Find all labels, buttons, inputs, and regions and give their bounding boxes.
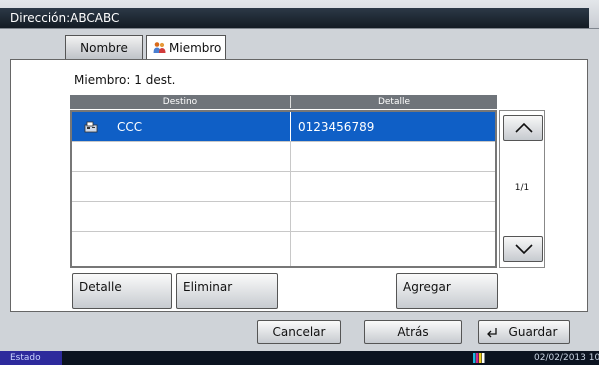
status-bar: Estado 02/02/2013 10:1 <box>0 351 599 365</box>
column-header-destino: Destino <box>162 97 198 107</box>
table-row[interactable] <box>72 142 495 172</box>
scroll-down-button[interactable] <box>503 236 543 262</box>
cell-divider <box>290 232 291 266</box>
scroll-up-button[interactable] <box>503 115 543 141</box>
save-button[interactable]: Guardar <box>478 320 570 344</box>
back-button[interactable]: Atrás <box>364 320 462 344</box>
page-indicator: 1/1 <box>514 183 530 193</box>
status-button[interactable]: Estado <box>0 351 62 365</box>
date-time: 02/02/2013 10:1 <box>534 353 599 363</box>
group-icon <box>153 42 166 53</box>
table-row[interactable] <box>72 232 495 266</box>
column-header-detalle: Detalle <box>377 97 411 107</box>
return-arrow-icon <box>487 328 497 338</box>
chevron-up-icon <box>515 122 533 133</box>
member-table: CCC 0123456789 <box>70 110 497 268</box>
detail-button[interactable]: Detalle <box>72 273 172 309</box>
table-row[interactable] <box>72 172 495 202</box>
save-button-label: Guardar <box>508 325 558 339</box>
cell-divider <box>290 142 291 171</box>
chevron-down-icon <box>515 244 533 255</box>
table-row[interactable]: CCC 0123456789 <box>72 112 495 142</box>
toner-level-icon <box>473 353 485 363</box>
window-title: Dirección:ABCABC <box>0 8 589 28</box>
tab-miembro-label: Miembro <box>169 41 222 55</box>
cell-divider <box>290 202 291 231</box>
add-button[interactable]: Agregar <box>396 273 498 309</box>
cell-divider <box>290 112 291 141</box>
tab-nombre[interactable]: Nombre <box>65 35 143 59</box>
cancel-button[interactable]: Cancelar <box>257 320 341 344</box>
table-row[interactable] <box>72 202 495 232</box>
delete-button[interactable]: Eliminar <box>176 273 278 309</box>
row-destination: CCC <box>117 120 143 134</box>
fax-icon <box>84 121 98 133</box>
table-header: Destino Detalle <box>70 95 497 109</box>
row-detail: 0123456789 <box>298 120 375 134</box>
tab-miembro[interactable]: Miembro <box>146 35 226 60</box>
member-count: Miembro: 1 dest. <box>74 73 176 87</box>
cell-divider <box>290 172 291 201</box>
